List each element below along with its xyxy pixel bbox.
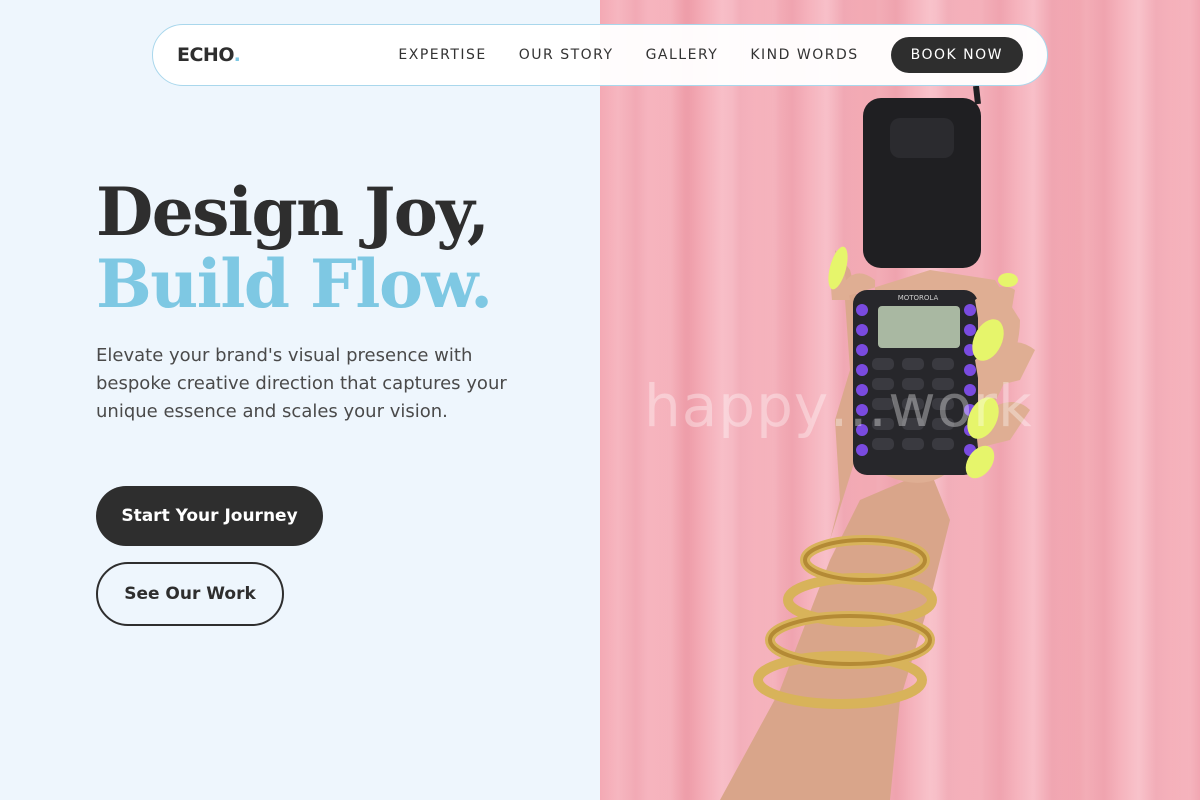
nav-link-expertise[interactable]: EXPERTISE <box>398 47 486 63</box>
nav-link-our-story[interactable]: OUR STORY <box>519 47 614 63</box>
hero-photo: MOTOROLA happy…work <box>600 0 1200 800</box>
nav-links: EXPERTISE OUR STORY GALLERY KIND WORDS B… <box>398 37 1023 73</box>
headline-line-2: Build Flow. <box>96 245 493 323</box>
headline-line-1: Design Joy, <box>96 173 490 251</box>
hero-lead-text: Elevate your brand's visual presence wit… <box>96 345 507 422</box>
nav-link-gallery[interactable]: GALLERY <box>646 47 719 63</box>
svg-text:MOTOROLA: MOTOROLA <box>898 294 939 302</box>
logo-text: ECHO <box>177 44 234 66</box>
landing-page: MOTOROLA happy…work ECHO. EXPERTISE OUR … <box>0 0 1200 800</box>
see-our-work-button[interactable]: See Our Work <box>96 562 284 626</box>
nav-link-kind-words[interactable]: KIND WORDS <box>750 47 858 63</box>
start-journey-button[interactable]: Start Your Journey <box>96 486 323 546</box>
watermark-text: happy…work <box>644 372 1033 440</box>
logo-dot: . <box>233 44 241 66</box>
hero-headline: Design Joy, Build Flow. <box>96 173 493 323</box>
book-now-button[interactable]: BOOK NOW <box>890 37 1023 73</box>
navbar: ECHO. EXPERTISE OUR STORY GALLERY KIND W… <box>152 24 1048 86</box>
logo[interactable]: ECHO. <box>177 44 241 66</box>
